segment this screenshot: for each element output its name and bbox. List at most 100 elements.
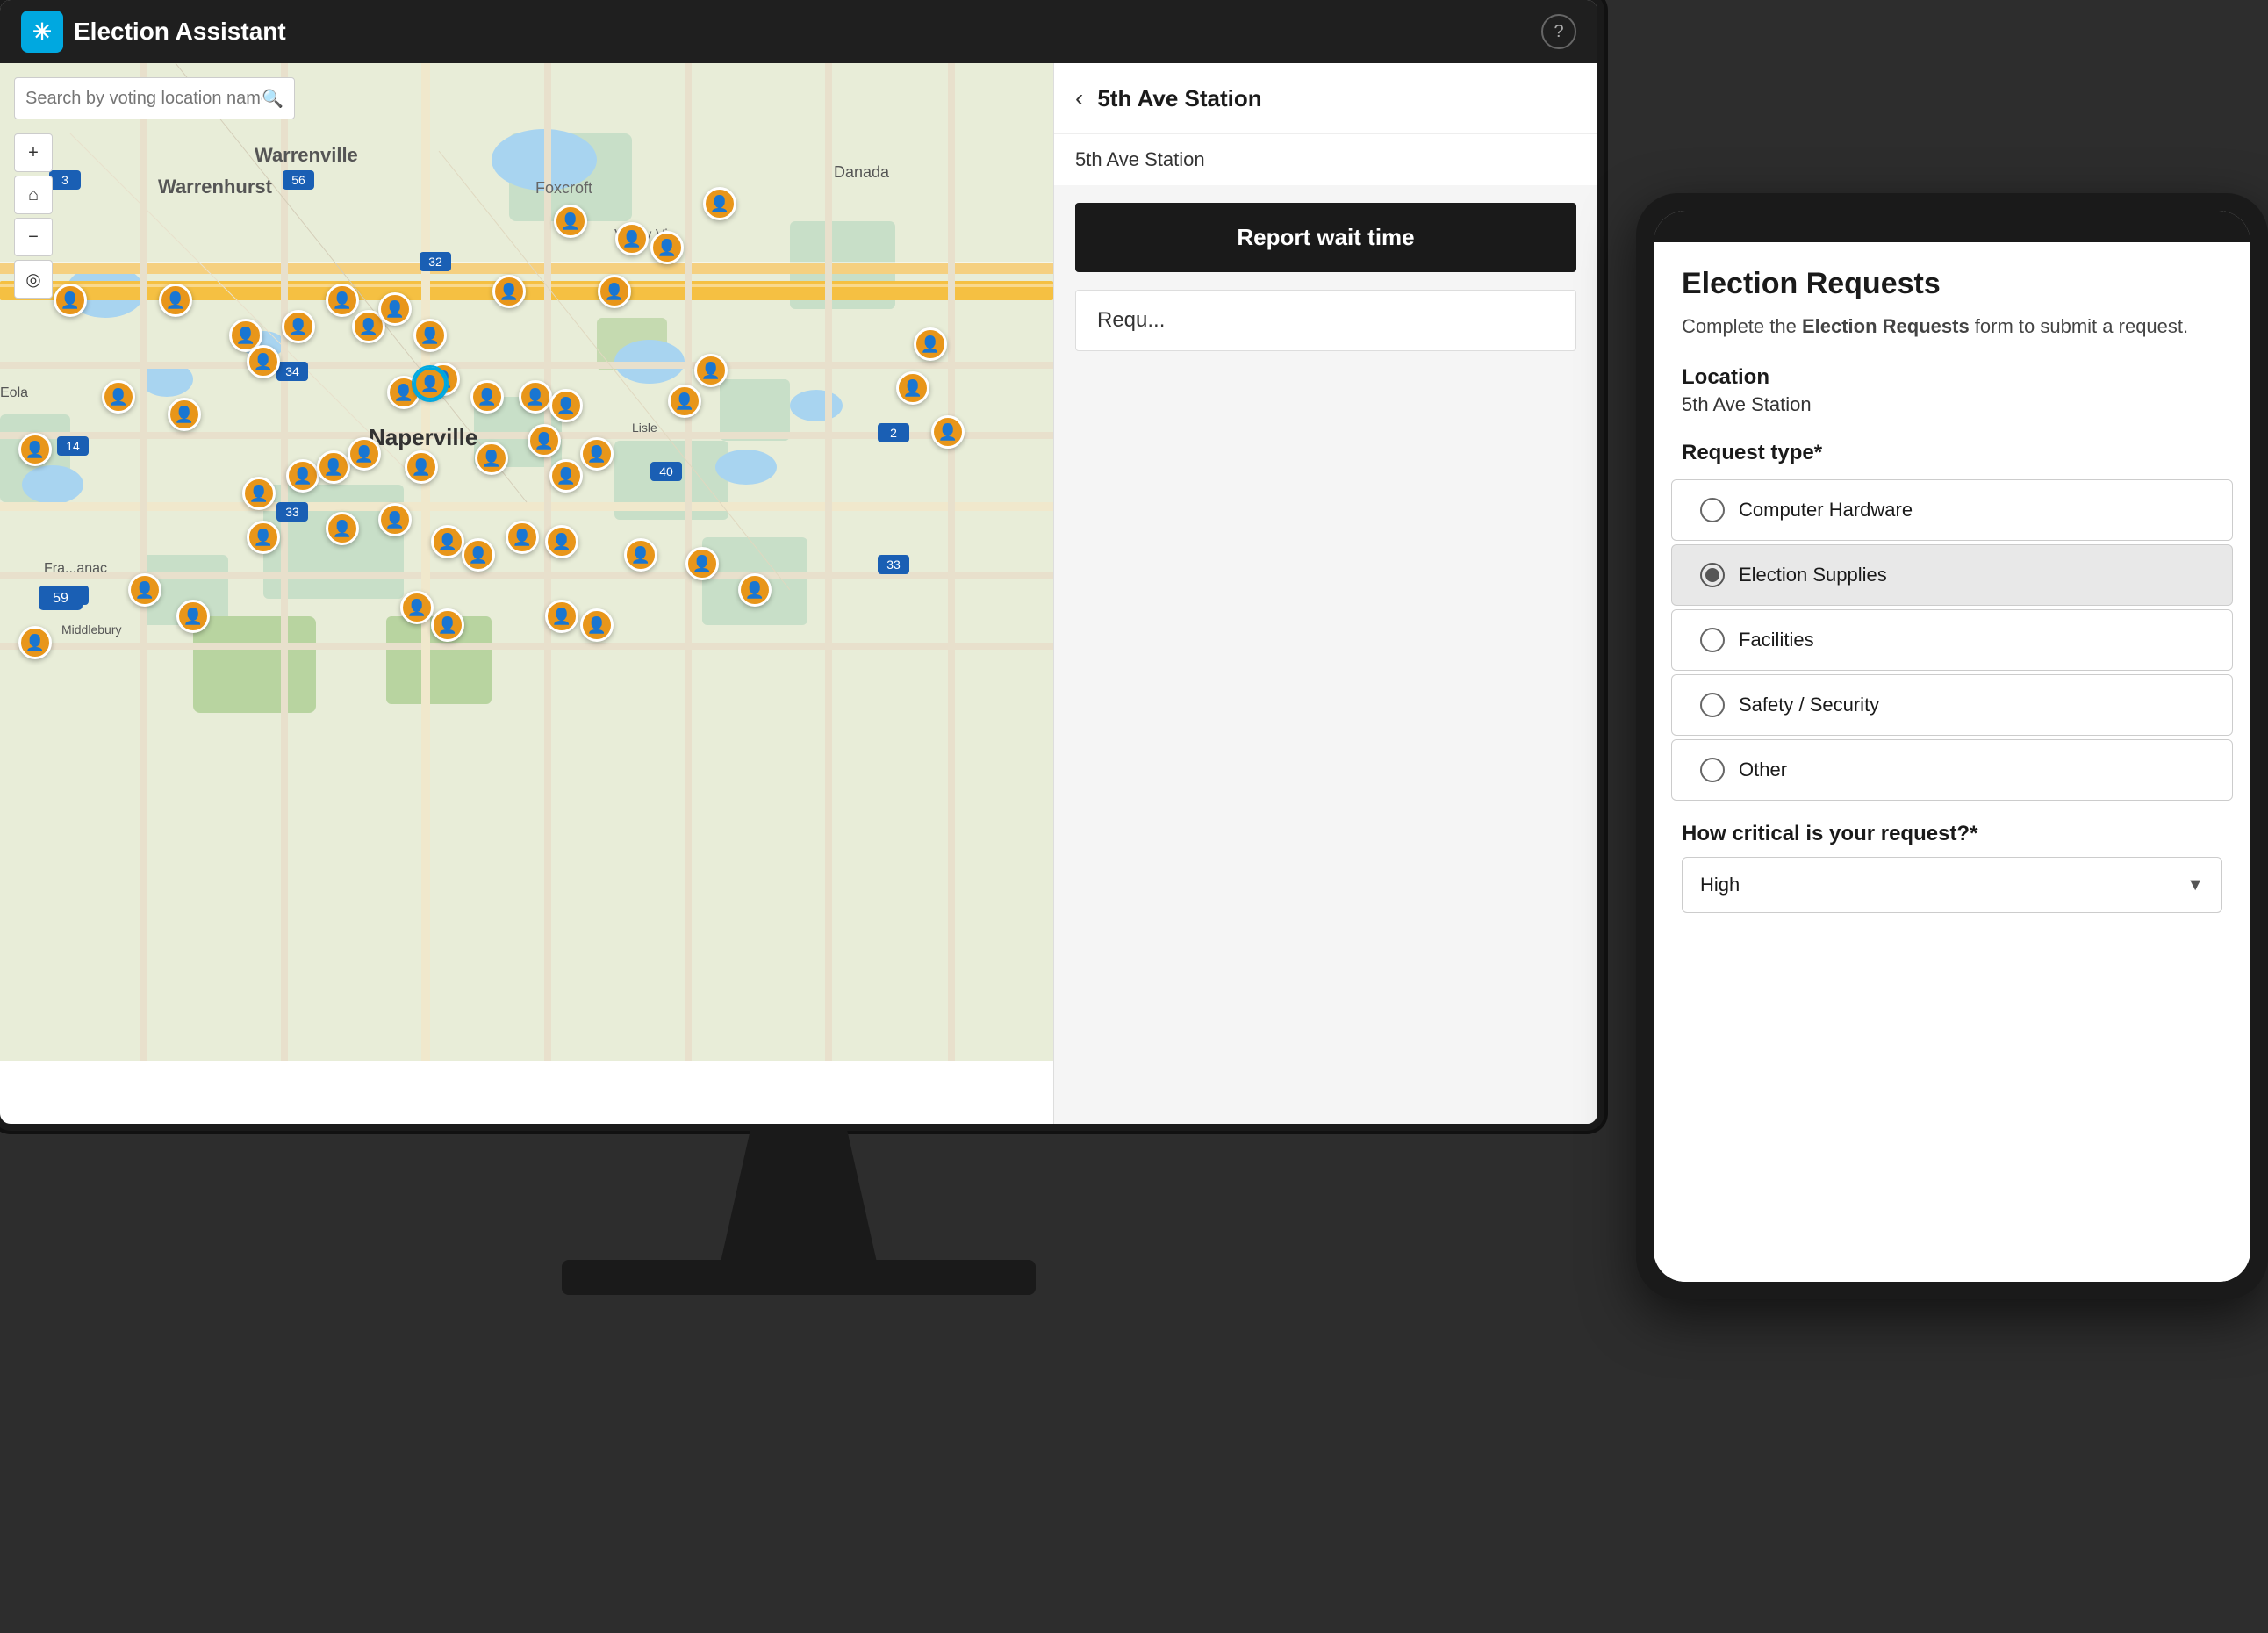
- map-pin[interactable]: 👤: [431, 525, 464, 558]
- map-pin[interactable]: 👤: [378, 503, 412, 536]
- radio-circle-safety-security: [1700, 693, 1725, 717]
- map-pin[interactable]: 👤: [168, 398, 201, 431]
- map-pin[interactable]: 👤: [405, 450, 438, 484]
- map-pin[interactable]: 👤: [348, 437, 381, 471]
- desc-plain: Complete the: [1682, 315, 1802, 337]
- map-pin[interactable]: 👤: [326, 284, 359, 317]
- back-button[interactable]: ‹: [1075, 84, 1083, 112]
- map-pin[interactable]: 👤: [554, 205, 587, 238]
- station-subtitle: 5th Ave Station: [1054, 134, 1597, 185]
- map-pin[interactable]: 👤: [528, 424, 561, 457]
- map-pin[interactable]: 👤: [18, 433, 52, 466]
- map-pin[interactable]: 👤: [580, 437, 614, 471]
- map-pin[interactable]: 👤: [492, 275, 526, 308]
- search-bar: 🔍: [14, 77, 295, 119]
- monitor-stand-neck: [720, 1126, 878, 1266]
- help-button[interactable]: ?: [1541, 14, 1576, 49]
- map-pin[interactable]: 👤: [624, 538, 657, 572]
- report-wait-button[interactable]: Report wait time: [1075, 203, 1576, 272]
- map-pin[interactable]: 👤: [545, 525, 578, 558]
- monitor-stand-base: [562, 1260, 1036, 1295]
- map-pin[interactable]: 👤: [650, 231, 684, 264]
- radio-circle-computer-hardware: [1700, 498, 1725, 522]
- map-pin[interactable]: 👤: [914, 327, 947, 361]
- location-button[interactable]: ◎: [14, 260, 53, 299]
- zoom-in-button[interactable]: +: [14, 133, 53, 172]
- critical-section: How critical is your request?* High ▼: [1654, 804, 2250, 920]
- map-pin[interactable]: 👤: [462, 538, 495, 572]
- map-pin[interactable]: 👤: [317, 450, 350, 484]
- map-pin[interactable]: 👤: [694, 354, 728, 387]
- map-pin[interactable]: 👤: [400, 591, 434, 624]
- main-content: 🔍 + ⌂ − ◎: [0, 63, 1597, 1124]
- map-pin[interactable]: 👤: [703, 187, 736, 220]
- map-pin[interactable]: 👤: [54, 284, 87, 317]
- phone-panel-content: Election Requests Complete the Election …: [1654, 242, 2250, 1282]
- map-pin[interactable]: 👤: [247, 345, 280, 378]
- map-pin[interactable]: 👤: [102, 380, 135, 414]
- election-requests-desc: Complete the Election Requests form to s…: [1654, 312, 2250, 358]
- location-value: 5th Ave Station: [1654, 393, 2250, 434]
- radio-circle-facilities: [1700, 628, 1725, 652]
- phone-top-bar: [1654, 211, 2250, 242]
- requests-tab[interactable]: Requ...: [1075, 290, 1576, 351]
- map-pin[interactable]: 👤: [242, 477, 276, 510]
- panel-header: ‹ 5th Ave Station: [1054, 63, 1597, 134]
- radio-label-computer-hardware: Computer Hardware: [1739, 499, 1913, 522]
- desc-end: form to submit a request.: [1970, 315, 2188, 337]
- map-pin[interactable]: 👤: [545, 600, 578, 633]
- radio-facilities[interactable]: Facilities: [1671, 609, 2233, 671]
- radio-election-supplies[interactable]: Election Supplies: [1671, 544, 2233, 606]
- radio-computer-hardware[interactable]: Computer Hardware: [1671, 479, 2233, 541]
- home-button[interactable]: ⌂: [14, 176, 53, 214]
- phone-overlay: Election Requests Complete the Election …: [1636, 193, 2268, 1299]
- station-title: 5th Ave Station: [1097, 85, 1261, 112]
- election-requests-title: Election Requests: [1654, 242, 2250, 312]
- map-pin[interactable]: 👤: [615, 222, 649, 255]
- radio-other[interactable]: Other: [1671, 739, 2233, 801]
- monitor-wrap: ✳ Election Assistant ? 🔍 + ⌂ −: [0, 0, 2268, 1633]
- phone-screen: Election Requests Complete the Election …: [1654, 211, 2250, 1282]
- map-pin[interactable]: 👤: [519, 380, 552, 414]
- map-pin[interactable]: 👤: [896, 371, 929, 405]
- map-pin[interactable]: 👤: [159, 284, 192, 317]
- map-pin[interactable]: 👤: [506, 521, 539, 554]
- radio-label-other: Other: [1739, 759, 1787, 781]
- chevron-down-icon: ▼: [2186, 875, 2204, 896]
- critical-label: How critical is your request?*: [1682, 822, 2222, 846]
- map-controls: + ⌂ − ◎: [14, 133, 53, 299]
- radio-safety-security[interactable]: Safety / Security: [1671, 674, 2233, 736]
- map-pin[interactable]: 👤: [738, 573, 772, 607]
- search-input[interactable]: [25, 89, 262, 109]
- map-pin[interactable]: 👤: [931, 415, 965, 449]
- radio-label-facilities: Facilities: [1739, 629, 1814, 651]
- map-pin[interactable]: 👤: [475, 442, 508, 475]
- map-pin[interactable]: 👤: [247, 521, 280, 554]
- desc-bold: Election Requests: [1802, 315, 1970, 337]
- map-pin[interactable]: 👤: [176, 600, 210, 633]
- map-pin[interactable]: 👤: [598, 275, 631, 308]
- radio-label-election-supplies: Election Supplies: [1739, 564, 1887, 586]
- map-pin[interactable]: 👤: [685, 547, 719, 580]
- map-pin[interactable]: 👤: [549, 459, 583, 493]
- map-pin[interactable]: 👤: [580, 608, 614, 642]
- map-pin[interactable]: 👤: [413, 319, 447, 352]
- critical-select[interactable]: High ▼: [1682, 857, 2222, 913]
- map-pin[interactable]: 👤: [549, 389, 583, 422]
- request-type-label: Request type*: [1654, 434, 2250, 476]
- map-pin[interactable]: 👤: [378, 292, 412, 326]
- radio-circle-election-supplies: [1700, 563, 1725, 587]
- map-pin[interactable]: 👤: [286, 459, 319, 493]
- map-pin[interactable]: 👤: [18, 626, 52, 659]
- map-pin-selected[interactable]: 👤: [413, 367, 447, 400]
- map-pin[interactable]: 👤: [282, 310, 315, 343]
- radio-circle-other: [1700, 758, 1725, 782]
- map-pin[interactable]: 👤: [326, 512, 359, 545]
- map-pin[interactable]: 👤: [470, 380, 504, 414]
- zoom-out-button[interactable]: −: [14, 218, 53, 256]
- map-pin[interactable]: 👤: [431, 608, 464, 642]
- map-pin[interactable]: 👤: [128, 573, 161, 607]
- map-pin[interactable]: 👤: [668, 385, 701, 418]
- critical-select-value: High: [1700, 874, 1740, 896]
- monitor-screen: ✳ Election Assistant ? 🔍 + ⌂ −: [0, 0, 1597, 1124]
